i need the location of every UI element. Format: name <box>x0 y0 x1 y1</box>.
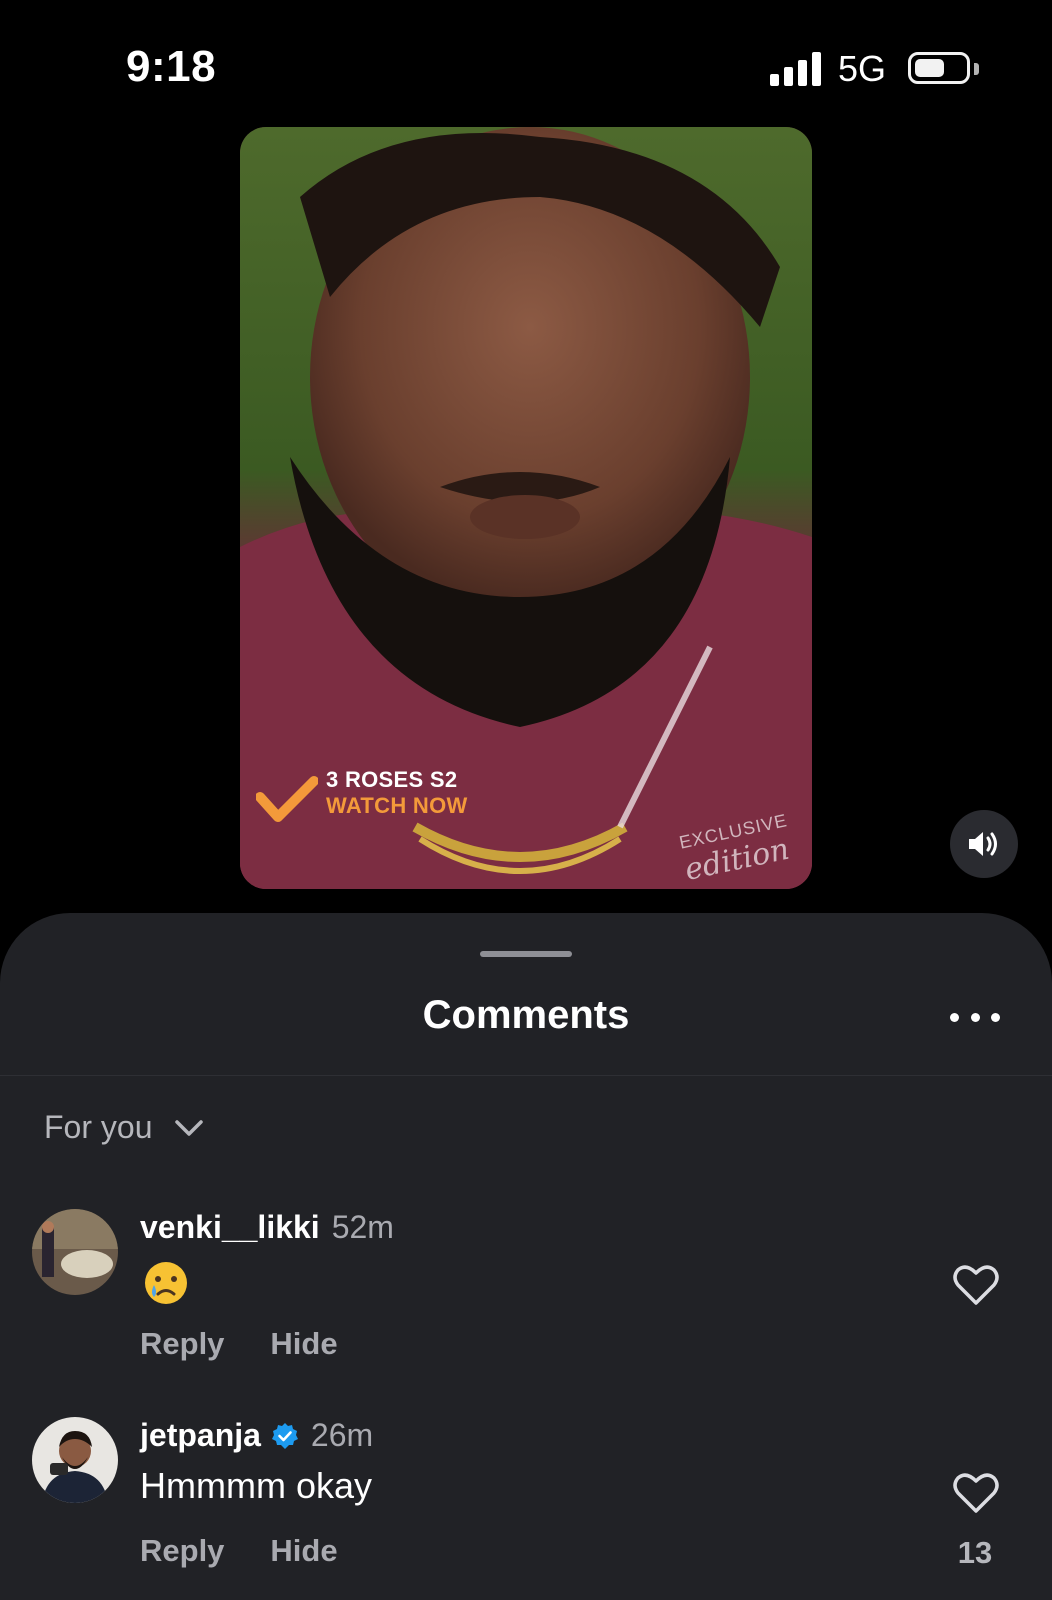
checkmark-icon <box>256 776 318 822</box>
comment-text: Hmmmm okay <box>140 1465 372 1506</box>
screen: 9:18 5G 3 ROSES S2 WATCH NOW EXCLUSIVE e… <box>0 0 1052 1600</box>
sort-dropdown[interactable]: For you <box>44 1109 204 1146</box>
crying-face-emoji <box>145 1262 187 1304</box>
dot-icon <box>970 1012 980 1022</box>
comment-actions: Reply Hide <box>140 1533 384 1569</box>
avatar[interactable] <box>32 1417 118 1503</box>
sort-label: For you <box>44 1109 153 1145</box>
divider <box>0 1075 1052 1076</box>
comments-sheet: Comments For you venki__likki 52m Reply … <box>0 913 1052 1600</box>
sheet-title: Comments <box>422 993 630 1037</box>
reply-button[interactable]: Reply <box>140 1533 224 1569</box>
comment-time: 26m <box>310 1417 374 1453</box>
comment-header: venki__likki 52m <box>140 1209 394 1246</box>
sheet-drag-handle[interactable] <box>480 951 572 957</box>
avatar-image <box>32 1417 118 1503</box>
like-count: 13 <box>957 1535 993 1570</box>
comment-username[interactable]: jetpanja <box>140 1417 261 1454</box>
heart-icon[interactable] <box>952 1471 1000 1515</box>
dot-icon <box>991 1012 1000 1022</box>
verified-badge-icon <box>271 1422 298 1449</box>
battery-cap <box>974 63 979 75</box>
watch-now-link[interactable]: WATCH NOW <box>326 793 468 819</box>
reply-button[interactable]: Reply <box>140 1326 224 1362</box>
dot-icon <box>950 1012 959 1022</box>
comment-actions: Reply Hide <box>140 1326 384 1362</box>
comment-time: 52m <box>331 1209 394 1245</box>
video-title: 3 ROSES S2 <box>326 767 458 792</box>
cellular-signal-icon <box>770 52 822 86</box>
speaker-icon <box>969 832 997 856</box>
video-player[interactable]: 3 ROSES S2 WATCH NOW EXCLUSIVE edition <box>240 127 812 889</box>
network-type: 5G <box>838 48 887 89</box>
avatar[interactable] <box>32 1209 118 1295</box>
heart-icon[interactable] <box>952 1263 1000 1307</box>
sound-toggle-button[interactable] <box>950 810 1018 878</box>
status-bar: 9:18 5G <box>0 0 1052 120</box>
comment-header: jetpanja 26m <box>140 1417 373 1454</box>
more-options-button[interactable] <box>950 1009 1000 1025</box>
hide-button[interactable]: Hide <box>270 1533 337 1569</box>
status-time: 9:18 <box>126 42 217 91</box>
video-promo-overlay[interactable]: 3 ROSES S2 WATCH NOW <box>256 767 516 857</box>
battery-icon <box>908 52 970 84</box>
hide-button[interactable]: Hide <box>270 1326 337 1362</box>
avatar-image <box>32 1209 118 1295</box>
chevron-down-icon <box>175 1119 204 1136</box>
comment-username[interactable]: venki__likki <box>140 1209 320 1246</box>
